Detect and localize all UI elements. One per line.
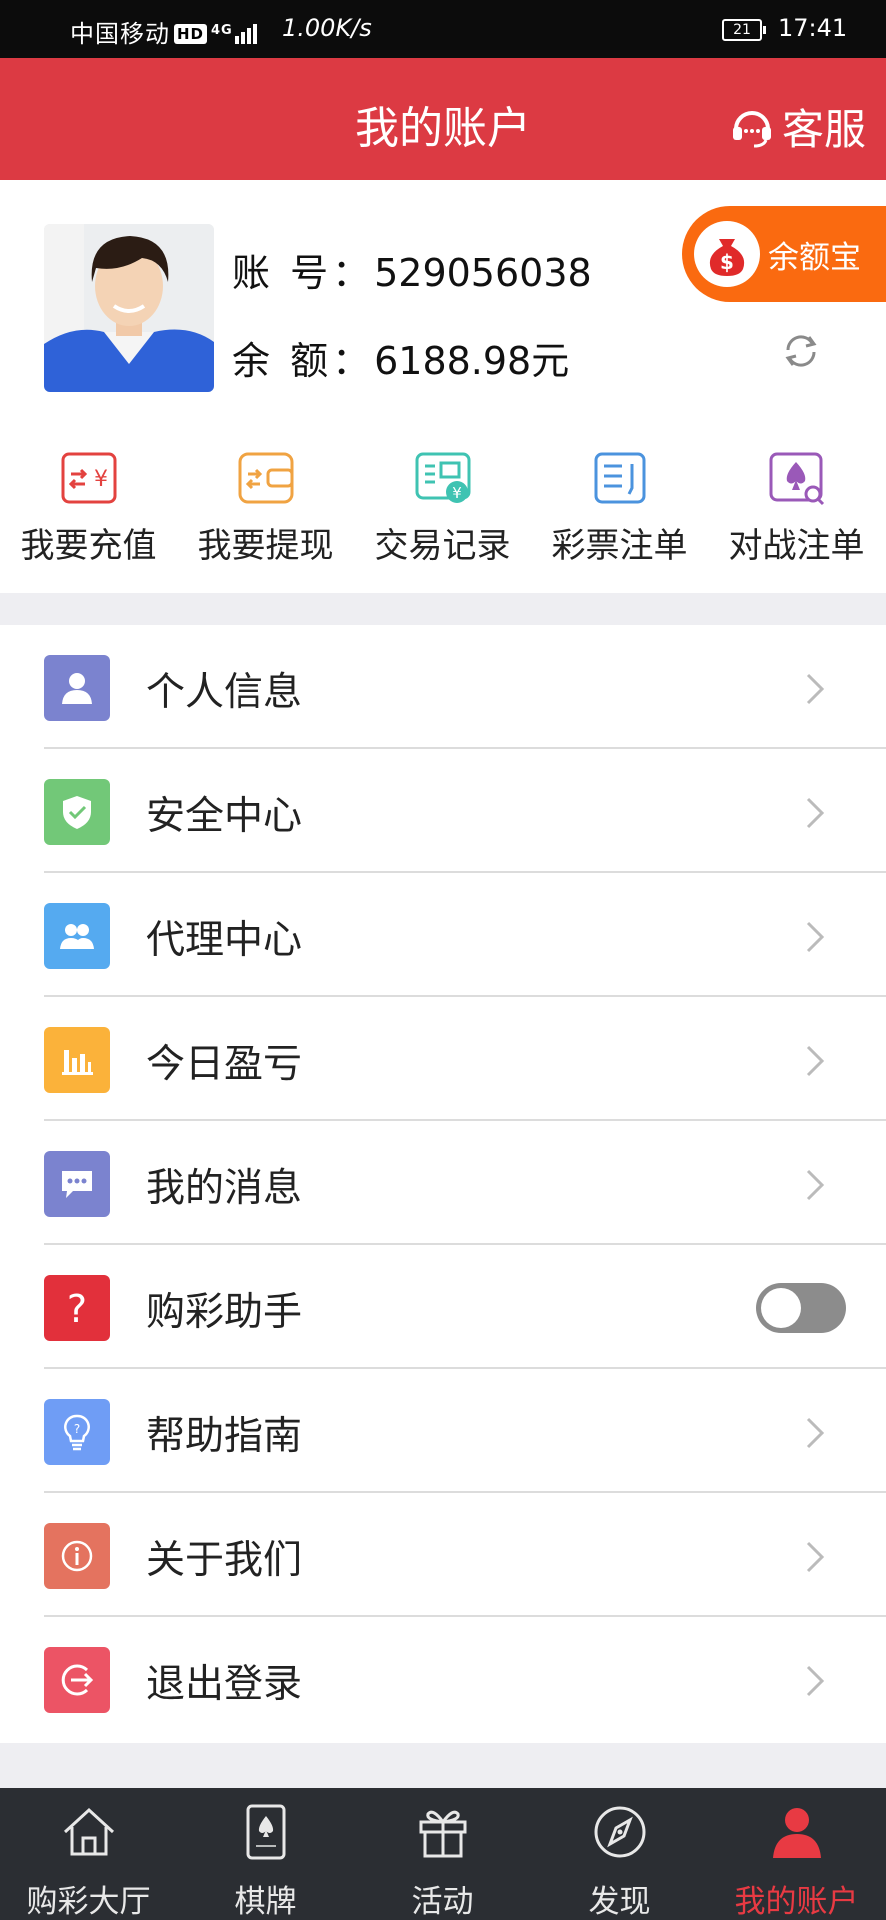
quick-action-label: 对战注单 [728, 526, 865, 566]
battery-icon: 21 [722, 19, 766, 41]
account-card: 账 号：529056038 余 额：6188.98元 $ 余额宝 ¥ 我要充值 … [0, 180, 886, 593]
tab-label: 发现 [588, 1884, 651, 1920]
menu-item-label: 退出登录 [146, 1662, 303, 1707]
tab-activities[interactable]: 活动 [354, 1788, 531, 1920]
shield-icon [44, 779, 110, 845]
tab-lottery-hall[interactable]: 购彩大厅 [0, 1788, 177, 1920]
bar-chart-icon [44, 1027, 110, 1093]
chevron-right-icon [806, 1541, 825, 1573]
menu-item-lottery-assistant: ? 购彩助手 [0, 1245, 886, 1369]
menu-item-daily-profit[interactable]: 今日盈亏 [0, 997, 886, 1121]
battle-order-icon [769, 452, 824, 506]
withdraw-icon [238, 452, 293, 504]
tab-discover[interactable]: 发现 [531, 1788, 708, 1920]
bottom-tab-bar: 购彩大厅 棋牌 活动 发现 我的账户 [0, 1788, 886, 1920]
quick-action-label: 彩票注单 [551, 526, 688, 566]
menu-item-label: 安全中心 [146, 794, 303, 839]
status-bar: 中国移动 HD 4G 1.00K/s 21 17:41 [0, 0, 886, 58]
svg-text:¥: ¥ [452, 484, 462, 502]
account-number: 529056038 [374, 251, 592, 295]
carrier-info: 中国移动 HD 4G [70, 14, 259, 50]
agents-icon [44, 903, 110, 969]
gift-icon [419, 1810, 466, 1858]
logout-icon [44, 1647, 110, 1713]
signal-icon [234, 22, 259, 50]
quick-action-recharge[interactable]: ¥ 我要充值 [0, 450, 177, 580]
chevron-right-icon [806, 1665, 825, 1697]
menu-item-personal-info[interactable]: 个人信息 [0, 625, 886, 749]
carrier-name: 中国移动 [70, 20, 170, 48]
app-header: 我的账户 客服 [0, 58, 886, 180]
tab-chess-cards[interactable]: 棋牌 [177, 1788, 354, 1920]
chevron-right-icon [806, 1045, 825, 1077]
menu-item-label: 购彩助手 [146, 1290, 303, 1335]
money-bag-icon: $ [694, 221, 760, 287]
recharge-icon: ¥ [61, 452, 116, 504]
menu-item-label: 今日盈亏 [146, 1042, 303, 1087]
menu-item-label: 个人信息 [146, 670, 303, 715]
balance-treasure-label: 余额宝 [768, 239, 861, 276]
menu-item-my-messages[interactable]: 我的消息 [0, 1121, 886, 1245]
quick-action-label: 我要充值 [20, 526, 157, 566]
customer-service-label: 客服 [781, 105, 866, 154]
message-icon [44, 1151, 110, 1217]
compass-icon [594, 1806, 645, 1858]
quick-action-battle-orders[interactable]: 对战注单 [708, 450, 885, 580]
chevron-right-icon [806, 673, 825, 705]
refresh-icon[interactable] [778, 328, 824, 374]
customer-service-button[interactable]: 客服 [730, 96, 866, 157]
chevron-right-icon [806, 1169, 825, 1201]
tab-label: 活动 [411, 1884, 474, 1920]
chevron-right-icon [806, 797, 825, 829]
hd-badge: HD [174, 24, 208, 44]
network-type: 4G [211, 23, 233, 38]
menu-item-help-guide[interactable]: ? 帮助指南 [0, 1369, 886, 1493]
chevron-right-icon [806, 1417, 825, 1449]
headset-icon [732, 110, 771, 147]
svg-text:?: ? [67, 1287, 87, 1330]
home-icon [63, 1807, 114, 1856]
info-icon [44, 1523, 110, 1589]
tab-label: 棋牌 [234, 1884, 297, 1920]
menu-item-label: 帮助指南 [146, 1414, 303, 1459]
menu-item-logout[interactable]: 退出登录 [0, 1617, 886, 1741]
quick-actions: ¥ 我要充值 我要提现 ¥ 交易记录 彩票注单 对战注单 [0, 450, 886, 580]
balance-value: 6188.98元 [374, 339, 570, 383]
menu-item-label: 代理中心 [146, 918, 303, 963]
chevron-right-icon [806, 921, 825, 953]
question-icon: ? [44, 1275, 110, 1341]
account-label: 账 号： [232, 251, 375, 295]
avatar[interactable] [44, 224, 214, 392]
person-icon [44, 655, 110, 721]
transaction-record-icon: ¥ [415, 452, 470, 503]
menu-item-label: 我的消息 [146, 1166, 303, 1211]
lottery-assistant-toggle[interactable] [756, 1283, 846, 1333]
tab-my-account[interactable]: 我的账户 [708, 1788, 885, 1920]
quick-action-label: 交易记录 [374, 526, 511, 566]
network-speed: 1.00K/s [282, 14, 372, 42]
cards-icon [246, 1804, 285, 1860]
quick-action-transactions[interactable]: ¥ 交易记录 [354, 450, 531, 580]
quick-action-label: 我要提现 [197, 526, 334, 566]
clock: 17:41 [778, 14, 848, 42]
user-icon [772, 1808, 821, 1858]
svg-text:¥: ¥ [94, 467, 108, 492]
svg-text:?: ? [74, 1422, 80, 1436]
balance-label: 余 额： [232, 339, 375, 383]
balance-treasure-button[interactable]: $ 余额宝 [682, 206, 886, 302]
quick-action-withdraw[interactable]: 我要提现 [177, 450, 354, 580]
account-number-row: 账 号：529056038 [232, 242, 592, 297]
lightbulb-icon: ? [44, 1399, 110, 1465]
menu-item-agent-center[interactable]: 代理中心 [0, 873, 886, 997]
quick-action-lottery-orders[interactable]: 彩票注单 [531, 450, 708, 580]
tab-label: 购彩大厅 [26, 1884, 151, 1920]
menu-item-security-center[interactable]: 安全中心 [0, 749, 886, 873]
balance-row: 余 额：6188.98元 [232, 330, 569, 385]
menu-item-about-us[interactable]: 关于我们 [0, 1493, 886, 1617]
menu-item-label: 关于我们 [146, 1538, 303, 1583]
svg-text:$: $ [720, 250, 734, 274]
lottery-order-icon [594, 452, 645, 504]
tab-label: 我的账户 [734, 1884, 859, 1920]
menu-list: 个人信息 安全中心 代理中心 今日盈亏 我的消息 ? 购彩助手 ? 帮助指南 关… [0, 625, 886, 1743]
